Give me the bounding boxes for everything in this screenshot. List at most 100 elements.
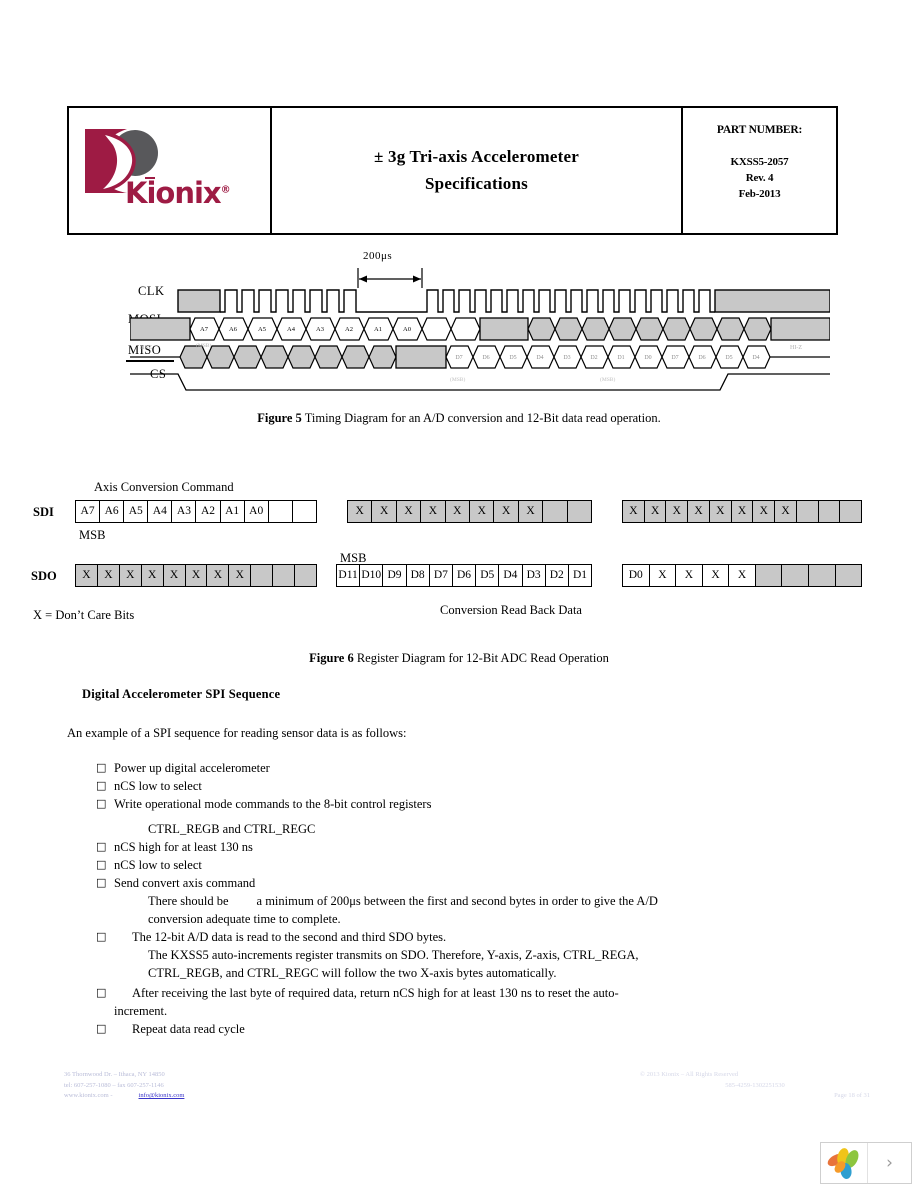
svg-text:D7: D7 (455, 355, 462, 361)
sdo-byte2-cell: D11 (337, 565, 361, 586)
figure6-caption-label: Figure 6 (309, 651, 354, 665)
ctrl-registers-line: CTRL_REGB and CTRL_REGC (148, 822, 316, 836)
sdo-byte1-cell: X (164, 565, 186, 586)
sdo-byte1-cell: X (120, 565, 142, 586)
footer-website[interactable]: www.kionix.com - (64, 1092, 113, 1099)
sdi-byte2-cell: X (470, 501, 495, 522)
miso-hiz-left: HI-Z (140, 345, 152, 351)
sdo-byte1-cell (295, 565, 316, 586)
svg-text:D7: D7 (671, 355, 678, 361)
kionix-wordmark: Kionix® (125, 179, 231, 208)
sdo-byte3-cell: X (676, 565, 703, 586)
sdo-byte2-cell: D2 (545, 565, 569, 586)
sdo-byte2-cell: D9 (383, 565, 407, 586)
sdo-byte2-cell: D8 (406, 565, 430, 586)
sdi-byte2-cell: X (446, 501, 471, 522)
figure5-caption: Figure 5 Timing Diagram for an A/D conve… (0, 411, 918, 426)
next-page-button[interactable]: › (868, 1143, 911, 1183)
list-item-label: nCS high for at least 130 ns (114, 840, 253, 854)
sdo-byte1-cell: X (229, 565, 252, 586)
registered-trademark-icon: ® (220, 184, 231, 196)
bullet-square-icon: □ (96, 761, 107, 774)
sdi-byte3-cell (819, 501, 841, 522)
sdo-byte2-cell: D7 (429, 565, 453, 586)
sdo-byte1: X X X X X X X X (75, 564, 317, 587)
sdo-byte2-cell: D10 (360, 565, 384, 586)
timing-diagram-figure5: CLK MOSI MISO CS 200μs (126, 250, 830, 395)
sdi-byte1-cell: A0 (244, 501, 269, 522)
widget-brand-logo[interactable] (821, 1143, 868, 1183)
svg-text:A4: A4 (287, 326, 296, 333)
header-part-cell: PART NUMBER: KXSS5-2057 Rev. 4 Feb-2013 (683, 108, 836, 233)
sdi-byte1: A7 A6 A5 A4 A3 A2 A1 A0 (75, 500, 317, 523)
sdi-byte2-cell: X (421, 501, 446, 522)
bullet-square-icon: □ (96, 876, 107, 889)
list-item-label: Power up digital accelerometer (114, 761, 270, 775)
auto-increment-line1: The KXSS5 auto-increments register trans… (148, 948, 639, 962)
svg-text:A0: A0 (403, 326, 411, 333)
bullet-square-icon: □ (96, 840, 107, 853)
sdo-byte2-cell: D6 (452, 565, 477, 586)
footer-email-link[interactable]: info@kionix.com (139, 1092, 185, 1099)
sdo-byte3-cell: D0 (623, 565, 650, 586)
miso-hiz-right: HI-Z (790, 345, 802, 351)
sdi-byte1-cell (292, 501, 316, 522)
list-item: □ The 12-bit A/D data is read to the sec… (96, 928, 856, 946)
sdi-byte2-cell (543, 501, 568, 522)
timing-note-line1: There should be a minimum of 200μs betwee… (96, 892, 856, 910)
sdi-byte2-cell (568, 501, 591, 522)
sdi-byte3-cell: X (623, 501, 645, 522)
sdo-byte1-cell: X (207, 565, 230, 586)
sdi-byte2-cell: X (397, 501, 422, 522)
page-title-line2: Specifications (425, 173, 528, 193)
part-number-value: KXSS5-2057 (730, 156, 789, 168)
sdo-byte3-cell (782, 565, 809, 586)
timing-note-part-a: There should be (148, 894, 229, 908)
timing-note-part-b: a minimum of 200μs between the first and… (256, 894, 658, 908)
figure5-caption-text: Timing Diagram for an A/D conversion and… (301, 411, 661, 425)
bullet-square-icon: □ (96, 930, 107, 943)
document-header-table: Kionix® ± 3g Tri-axis Accelerometer Spec… (67, 106, 838, 235)
page-nav-widget[interactable]: › (820, 1142, 912, 1184)
sdo-byte3-cell: X (649, 565, 677, 586)
sdi-byte1-cell: A3 (172, 501, 197, 522)
sdi-byte2-cell: X (519, 501, 544, 522)
footer-contact-block: 36 Thornwood Dr. – Ithaca, NY 14850 tel:… (64, 1070, 184, 1102)
sdi-byte1-cell: A7 (76, 501, 101, 522)
bullet-square-icon: □ (96, 1022, 107, 1035)
kionix-logo: Kionix® (83, 127, 259, 221)
svg-text:A5: A5 (258, 326, 266, 333)
sdo-byte3-cell: X (702, 565, 730, 586)
page-footer: 36 Thornwood Dr. – Ithaca, NY 14850 tel:… (0, 1066, 918, 1114)
sdi-byte3-cell (840, 501, 861, 522)
list-item: □ nCS low to select (96, 777, 856, 795)
sdi-byte3-cell: X (775, 501, 797, 522)
list-item-label: Repeat data read cycle (132, 1022, 245, 1036)
figure5-caption-label: Figure 5 (257, 411, 302, 425)
sdi-byte1-cell: A4 (148, 501, 173, 522)
list-item-label: Send convert axis command (114, 876, 256, 890)
list-item-label: After receiving the last byte of require… (132, 986, 619, 1000)
intro-paragraph: An example of a SPI sequence for reading… (67, 726, 407, 740)
msb-label-sdi: MSB (79, 528, 106, 542)
sdo-label: SDO (31, 569, 57, 583)
sdo-byte3-cell (808, 565, 836, 586)
sdi-byte3-cell: X (688, 501, 710, 522)
sdo-byte2-cell: D1 (568, 565, 592, 586)
sdi-byte1-cell: A1 (220, 501, 245, 522)
miso-msb-mark-1: (MSB) (450, 376, 465, 383)
sdi-byte3-cell: X (710, 501, 732, 522)
page-title-line1: ± 3g Tri-axis Accelerometer (374, 147, 579, 167)
date-value: Feb-2013 (738, 188, 781, 200)
bullet-square-icon: □ (96, 779, 107, 792)
bullet-square-icon: □ (96, 858, 107, 871)
svg-text:D3: D3 (563, 355, 570, 361)
colorful-leaf-icon (827, 1148, 859, 1179)
svg-text:D4: D4 (752, 355, 759, 361)
footer-meta-block: © 2013 Kionix – All Rights Reserved 585-… (640, 1070, 870, 1102)
revision-value: Rev. 4 (745, 172, 774, 184)
sdi-byte3-cell: X (666, 501, 689, 522)
sdo-byte2-cell: D5 (476, 565, 500, 586)
sdo-byte1-cell: X (98, 565, 120, 586)
spi-sequence-bullets: □ Power up digital accelerometer □ nCS l… (96, 759, 856, 1038)
